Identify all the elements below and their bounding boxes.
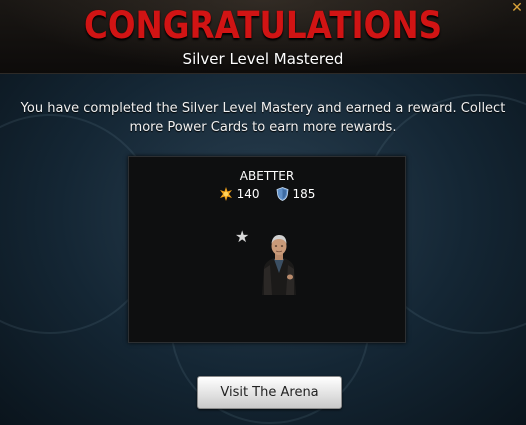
congratulations-title: CONGRATULATIONS xyxy=(83,4,443,47)
attack-burst-icon xyxy=(219,187,232,201)
star-icon: ★ xyxy=(235,227,250,246)
dialog-body: You have completed the Silver Level Mast… xyxy=(0,74,526,425)
card-name: ABETTER xyxy=(239,169,295,183)
defense-value: 185 xyxy=(292,187,316,201)
close-icon[interactable]: ✕ xyxy=(510,1,524,15)
defense-stat: 185 xyxy=(276,187,316,201)
attack-stat: 140 xyxy=(219,187,260,201)
shield-icon xyxy=(276,187,288,201)
reward-message: You have completed the Silver Level Mast… xyxy=(20,101,506,135)
header-banner: CONGRATULATIONS Silver Level Mastered ✕ xyxy=(0,0,526,74)
attack-value: 140 xyxy=(236,187,260,201)
reward-card-panel: ABETTER 140 185 ★ xyxy=(128,156,406,343)
card-stats: 140 185 xyxy=(129,187,405,201)
visit-arena-button[interactable]: Visit The Arena xyxy=(197,376,342,409)
character-portrait xyxy=(262,235,296,295)
level-subtitle: Silver Level Mastered xyxy=(182,50,344,68)
